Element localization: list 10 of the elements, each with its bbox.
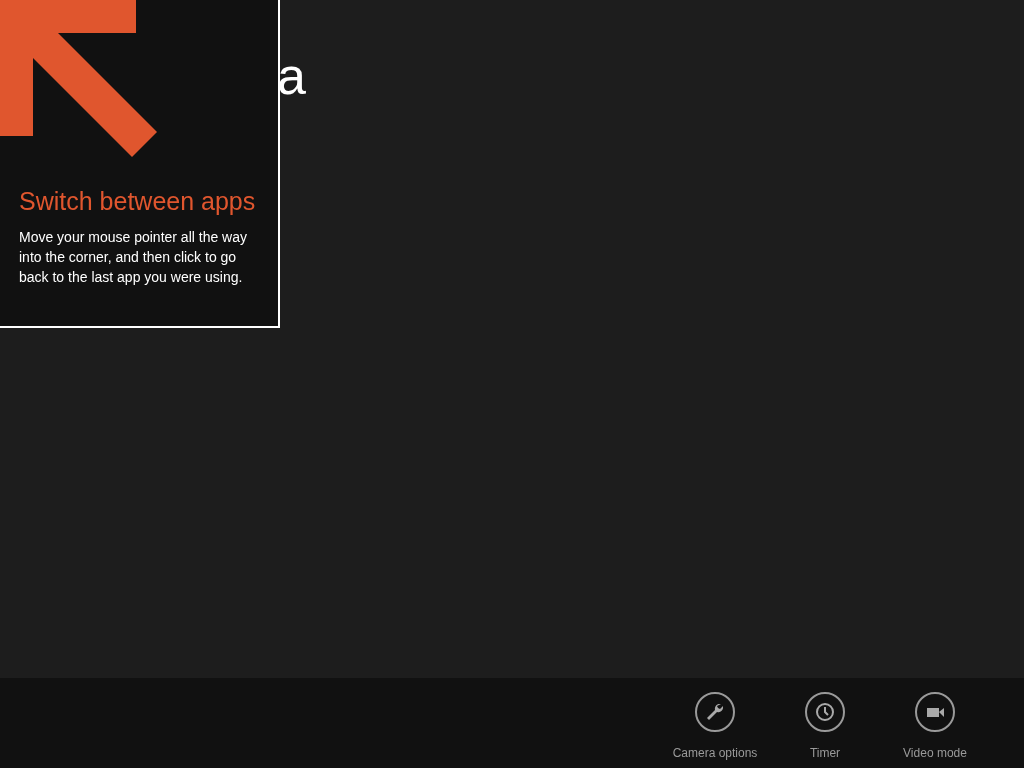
clock-icon xyxy=(816,703,834,721)
app-bar-button[interactable]: Timer xyxy=(780,692,870,762)
wrench-icon xyxy=(707,704,723,720)
video-camera-icon xyxy=(926,707,944,717)
arrow-icon xyxy=(0,0,160,160)
app-bar-button[interactable]: Camera options xyxy=(670,692,760,762)
app-bar-button[interactable]: Video mode xyxy=(890,692,980,762)
page-title: a xyxy=(277,47,306,105)
tip-text: Move your mouse pointer all the way into the corner, and then click to go back to the last app you were using. xyxy=(19,228,248,288)
tip-title: Switch between apps xyxy=(19,186,257,217)
